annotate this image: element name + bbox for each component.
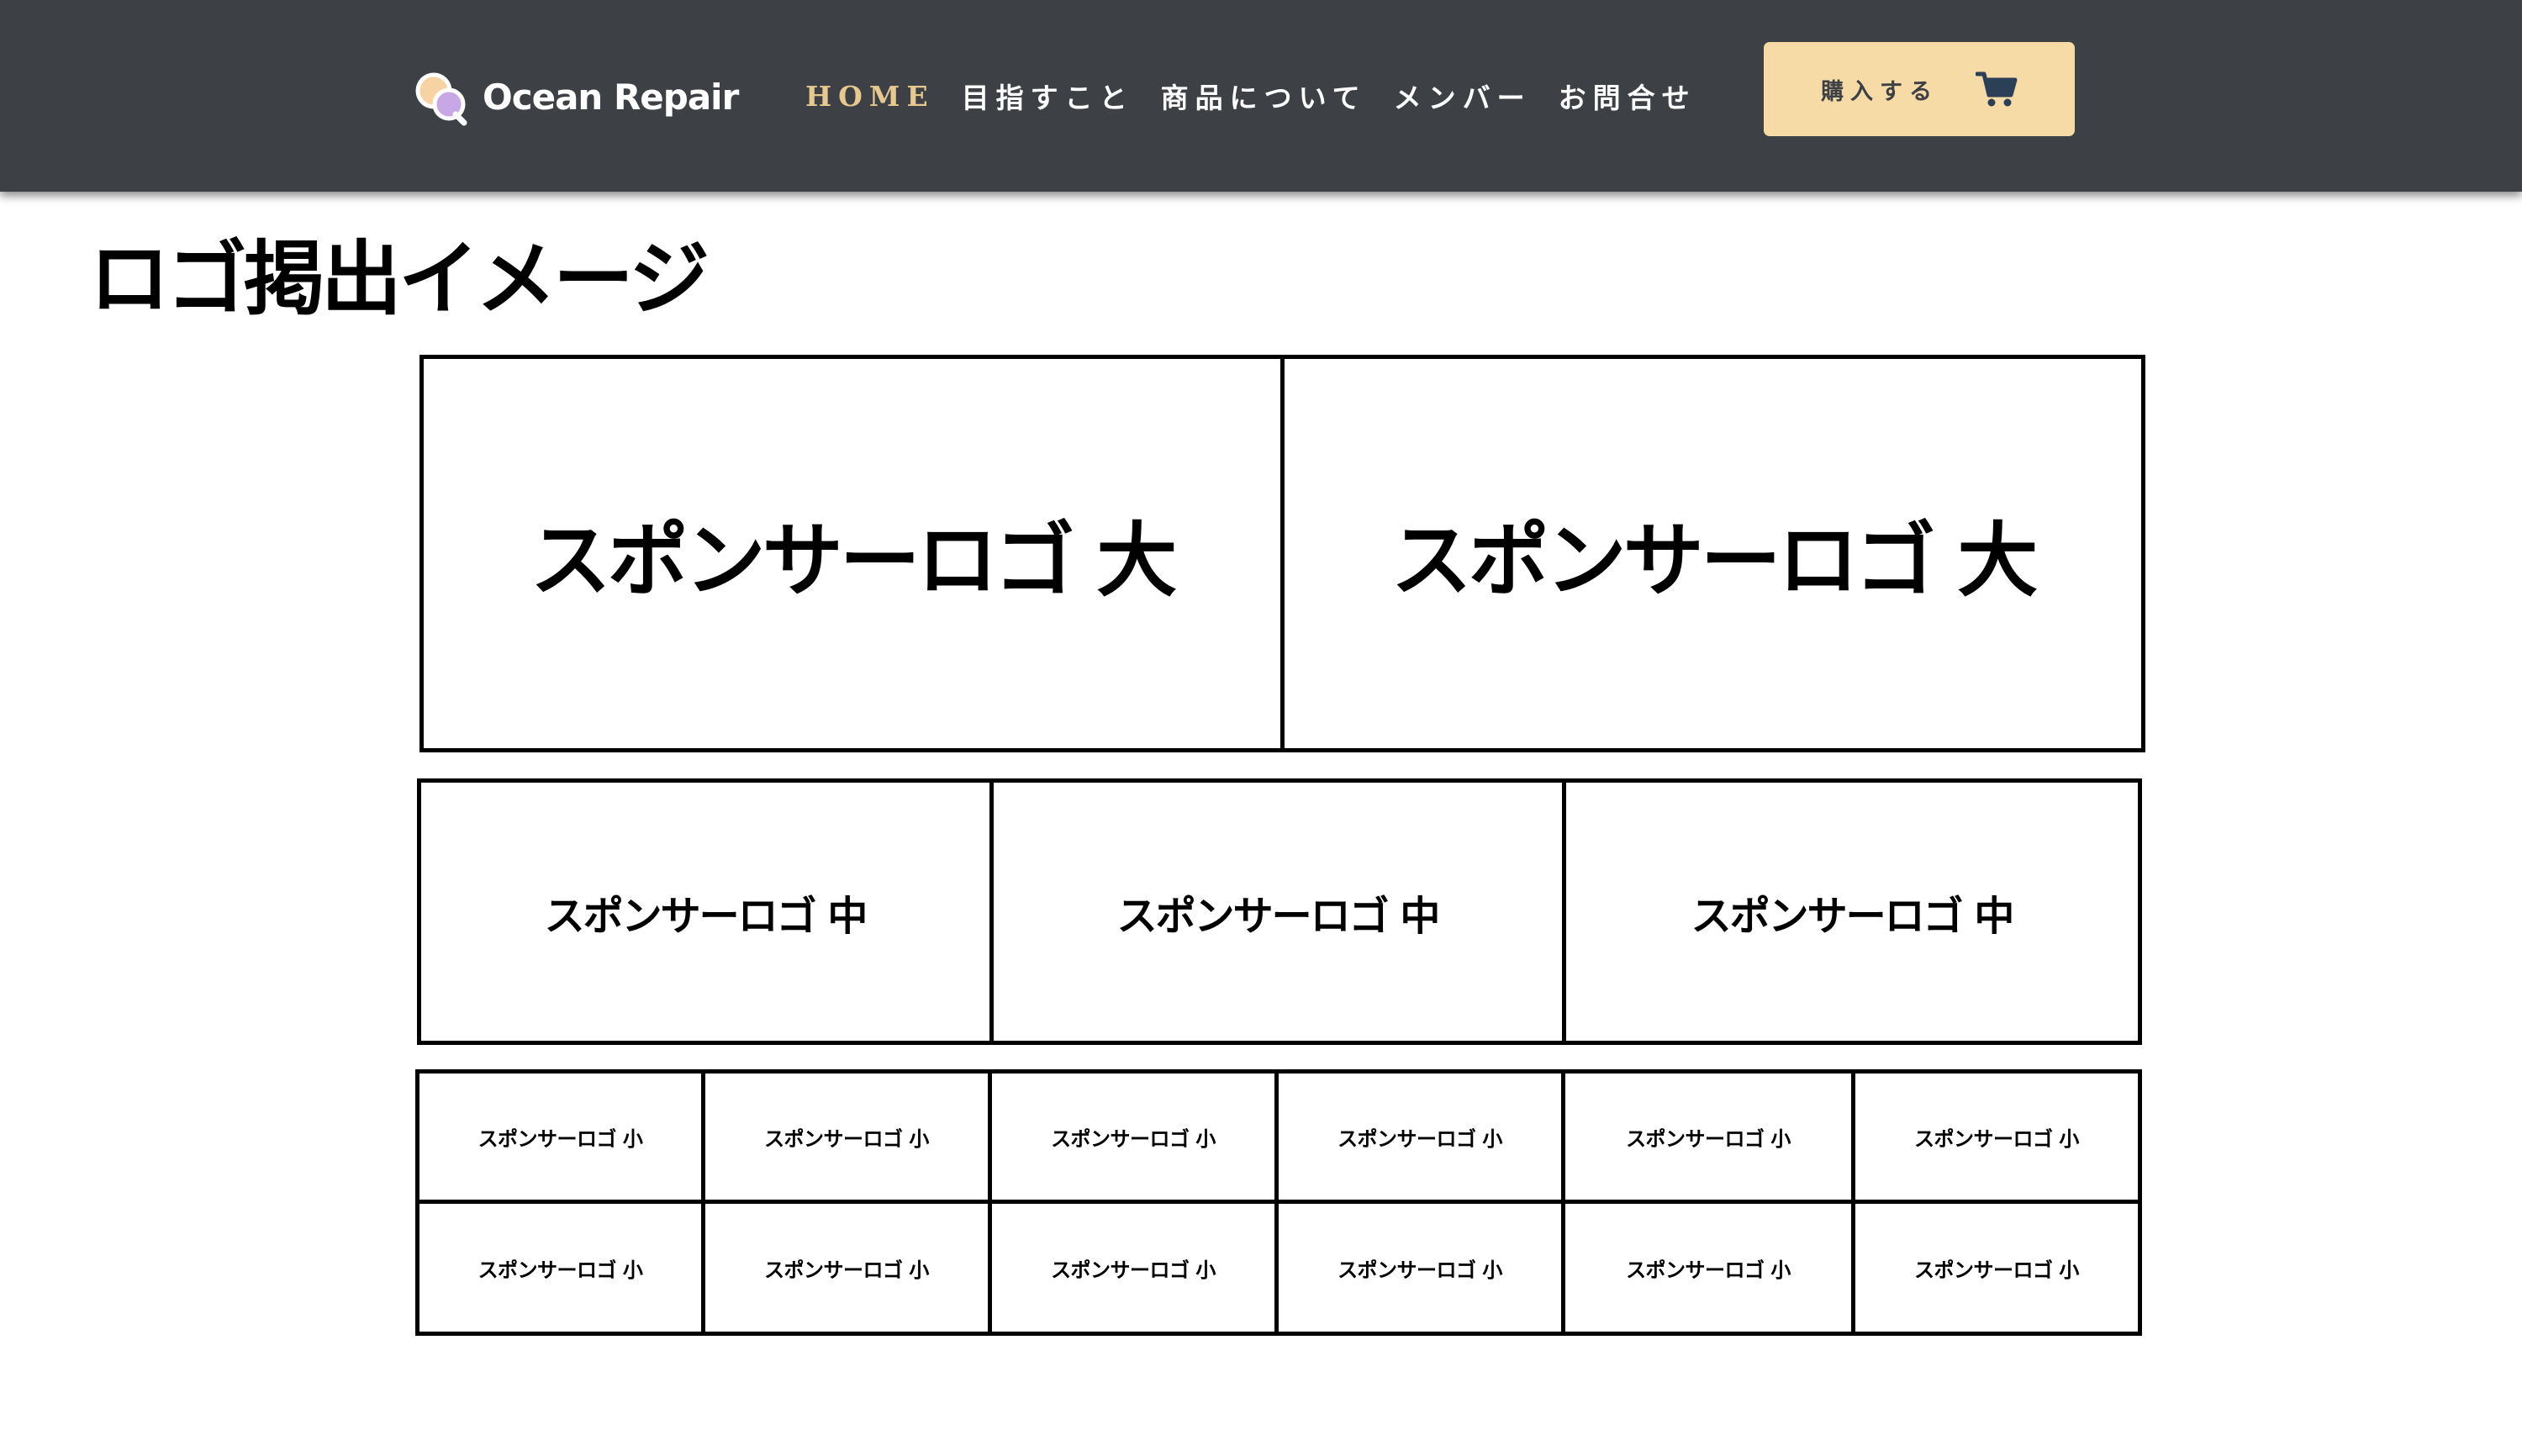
brand-name: Ocean Repair — [483, 76, 739, 118]
sponsor-slot-label: スポンサーロゴ 小 — [1626, 1126, 1791, 1151]
sponsor-slot-large: スポンサーロゴ 大 — [419, 355, 1285, 752]
buy-button-label: 購入する — [1821, 78, 1939, 105]
sponsor-slot-small: スポンサーロゴ 小 — [1851, 1069, 2142, 1204]
sponsor-slot-small: スポンサーロゴ 小 — [988, 1200, 1279, 1336]
buy-button[interactable]: 購入する — [1764, 42, 2075, 136]
site-header: Ocean Repair HOME 目指すこと 商品について メンバー お問合せ… — [0, 0, 2522, 192]
sponsor-slot-medium: スポンサーロゴ 中 — [989, 778, 1566, 1045]
sponsor-slot-label: スポンサーロゴ 小 — [1338, 1258, 1502, 1282]
main-nav: HOME 目指すこと 商品について メンバー お問合せ — [805, 72, 1723, 119]
sponsor-slot-label: スポンサーロゴ 小 — [1914, 1126, 2079, 1151]
sponsor-slot-small: スポンサーロゴ 小 — [415, 1200, 705, 1336]
sponsor-slot-label: スポンサーロゴ 小 — [477, 1126, 643, 1151]
sponsor-slot-medium: スポンサーロゴ 中 — [417, 778, 994, 1045]
cart-icon — [1976, 71, 2018, 107]
sponsor-slot-label: スポンサーロゴ 中 — [1116, 892, 1441, 940]
sponsor-slot-label: スポンサーロゴ 小 — [1626, 1258, 1791, 1282]
sponsor-slot-small: スポンサーロゴ 小 — [1561, 1069, 1855, 1204]
ocean-repair-logo-icon — [415, 72, 467, 126]
nav-item-members[interactable]: メンバー — [1394, 76, 1532, 116]
nav-item-products[interactable]: 商品について — [1161, 76, 1367, 116]
sponsor-slot-small: スポンサーロゴ 小 — [1274, 1069, 1565, 1204]
sponsor-slot-small: スポンサーロゴ 小 — [1274, 1200, 1565, 1336]
sponsor-slot-label: スポンサーロゴ 小 — [1338, 1126, 1502, 1151]
sponsor-slot-small: スポンサーロゴ 小 — [701, 1200, 992, 1336]
sponsor-slot-label: スポンサーロゴ 小 — [1914, 1258, 2079, 1282]
sponsor-slot-medium: スポンサーロゴ 中 — [1562, 778, 2142, 1045]
nav-item-goals[interactable]: 目指すこと — [962, 76, 1134, 116]
sponsor-slot-label: スポンサーロゴ 小 — [1051, 1126, 1216, 1151]
sponsor-slot-small: スポンサーロゴ 小 — [415, 1069, 705, 1204]
page-title: ロゴ掲出イメージ — [89, 232, 710, 326]
sponsor-slot-label: スポンサーロゴ 大 — [1390, 514, 2038, 608]
sponsor-slot-small: スポンサーロゴ 小 — [988, 1069, 1279, 1204]
brand-logo[interactable]: Ocean Repair — [412, 67, 739, 126]
nav-item-home[interactable]: HOME — [805, 80, 935, 113]
sponsor-slot-small: スポンサーロゴ 小 — [701, 1069, 992, 1204]
sponsor-slot-small: スポンサーロゴ 小 — [1851, 1200, 2142, 1336]
sponsor-slot-label: スポンサーロゴ 小 — [764, 1126, 929, 1151]
sponsor-slot-label: スポンサーロゴ 小 — [764, 1258, 929, 1282]
sponsor-slot-label: スポンサーロゴ 中 — [544, 892, 868, 940]
sponsor-slot-label: スポンサーロゴ 中 — [1691, 892, 2015, 940]
sponsor-slot-label: スポンサーロゴ 小 — [1051, 1258, 1216, 1282]
nav-item-contact[interactable]: お問合せ — [1559, 76, 1696, 116]
sponsor-slot-label: スポンサーロゴ 小 — [477, 1258, 643, 1282]
sponsor-slot-large: スポンサーロゴ 大 — [1280, 355, 2145, 752]
sponsor-slot-label: スポンサーロゴ 大 — [530, 514, 1177, 608]
sponsor-slot-small: スポンサーロゴ 小 — [1561, 1200, 1855, 1336]
